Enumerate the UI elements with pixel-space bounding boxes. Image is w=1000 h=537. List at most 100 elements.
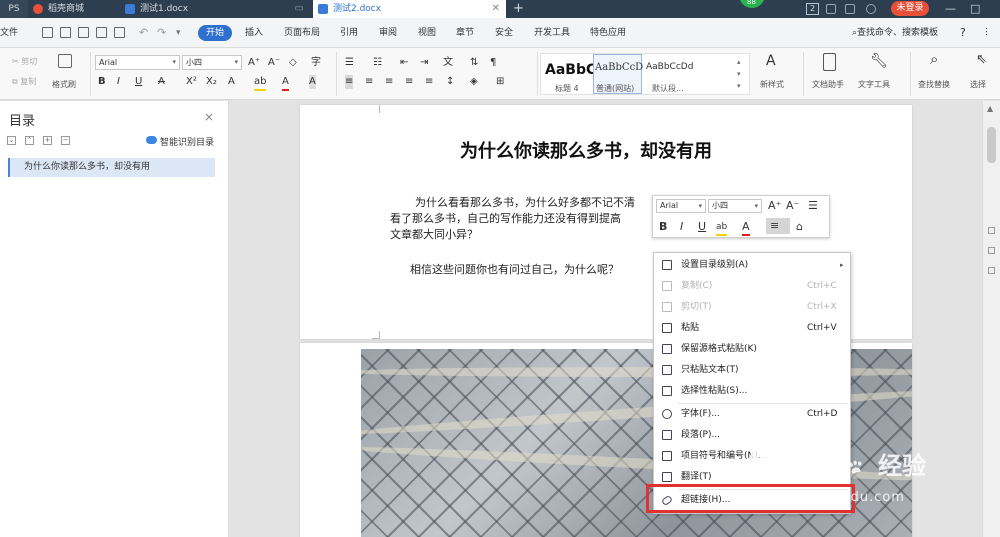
align-left-icon[interactable]: ≡ [345,75,354,89]
font-size-select[interactable]: 小四 ▾ [182,55,242,70]
select-button[interactable]: 选择 [970,79,986,90]
maximize-button[interactable]: □ [970,0,980,17]
grow-font-icon[interactable]: A⁺ [768,199,781,213]
help-icon[interactable]: ? [960,25,966,41]
save-icon[interactable] [60,27,71,38]
highlight-icon[interactable]: ab [254,75,267,91]
account-badge[interactable]: 88 [739,0,765,8]
line-spacing-icon[interactable]: ☰ [808,199,818,213]
mini-underline-icon[interactable]: U [698,220,706,234]
underline-icon[interactable]: U [135,75,142,89]
new-tab-button[interactable]: + [513,0,524,17]
mini-font-name-select[interactable]: Arial ▾ [656,199,706,213]
menu-item-paste[interactable]: 粘贴 Ctrl+V [654,318,852,338]
phonetic-icon[interactable]: 字 [311,56,321,70]
login-button[interactable]: 未登录 [891,1,929,16]
subscript-icon[interactable]: X₂ [206,75,217,89]
redo-icon[interactable]: ↷ [157,25,166,41]
format-painter-button[interactable]: 格式刷 [52,79,76,90]
scroll-up-icon[interactable]: ▲ [987,104,993,113]
menu-page-layout[interactable]: 页面布局 [284,25,320,41]
format-painter-icon[interactable] [58,54,72,68]
new-style-button[interactable]: 新样式 [760,79,784,90]
paragraph-1-line-1[interactable]: 为什么看看那么多书，为什么好多都不记不清 [415,195,635,211]
mini-italic-icon[interactable]: I [680,220,683,234]
mini-align-button[interactable]: ≡ [766,218,790,234]
font-color-icon[interactable]: A [282,75,289,91]
close-icon[interactable]: × [204,110,214,124]
collapse-all-icon[interactable]: ⌄ [7,136,16,145]
minimize-button[interactable]: — [945,0,956,17]
window-count[interactable]: 2 [806,3,819,15]
menu-item-copy[interactable]: 复制(C) Ctrl+C [654,276,852,296]
menu-chapter[interactable]: 章节 [456,25,474,41]
style-default-sample[interactable]: AaBbCcDd [646,62,693,72]
tab-daoke-mall[interactable]: 稻壳商城 [28,0,118,18]
find-replace-button[interactable]: 查找替换 [918,79,950,90]
doc-assistant-icon[interactable] [823,53,836,71]
select-cursor-icon[interactable]: ⇖ [976,53,987,67]
distribute-icon[interactable]: ≡ [425,75,433,89]
menu-view[interactable]: 视图 [418,25,436,41]
menu-item-paste-keep-format[interactable]: 保留源格式粘贴(K) [654,339,852,359]
grow-font-icon[interactable]: A⁺ [248,56,260,70]
bullet-list-icon[interactable]: ☰ [345,56,354,70]
outdent-icon[interactable]: ⇤ [400,56,408,70]
tab-close-icon[interactable]: ✕ [492,0,500,18]
chinese-layout-icon[interactable]: 文 [443,56,453,70]
paragraph-1-line-2[interactable]: 看了那么多书，自己的写作能力还没有得到提高 [390,211,621,227]
align-center-icon[interactable]: ≡ [365,75,373,89]
justify-icon[interactable]: ≡ [405,75,413,89]
undo-icon[interactable]: ↶ [139,25,148,41]
share-icon[interactable] [866,4,876,14]
menu-item-paste-special[interactable]: 选择性粘贴(S)... [654,381,852,401]
export-icon[interactable] [114,27,125,38]
search-command[interactable]: ⌕查找命令、搜索模板 [852,25,938,41]
scroll-thumb[interactable] [987,127,996,163]
menu-insert[interactable]: 插入 [245,25,263,41]
doc-assistant-button[interactable]: 文档助手 [812,79,844,90]
menu-references[interactable]: 引用 [340,25,358,41]
shrink-font-icon[interactable]: A⁻ [786,199,799,213]
menu-review[interactable]: 审阅 [379,25,397,41]
add-item-icon[interactable]: + [43,136,52,145]
show-marks-icon[interactable]: ¶ [490,56,496,70]
tab-ps[interactable]: PS [0,0,28,18]
expand-icon[interactable]: ⌃ [25,136,34,145]
copy-button[interactable]: ⧉ 复制 [12,76,36,87]
bold-icon[interactable]: B [98,75,106,89]
print-preview-icon[interactable] [96,27,107,38]
strikethrough-icon[interactable]: A [158,75,165,89]
tab-doc1[interactable]: 测试1.docx ▭ [120,0,310,18]
menu-item-toc-level[interactable]: 设置目录级别(A) ▸ [654,255,852,275]
menu-developer[interactable]: 开发工具 [534,25,570,41]
align-right-icon[interactable]: ≡ [385,75,393,89]
style-heading4-sample[interactable]: AaBbC [545,62,596,78]
font-name-select[interactable]: Arial ▾ [95,55,180,70]
mini-highlight-icon[interactable]: ab [716,220,728,236]
tab-doc2[interactable]: 测试2.docx ✕ [313,0,506,18]
qa-more-icon[interactable]: ▾ [176,25,181,41]
menu-item-cut[interactable]: 剪切(T) Ctrl+X [654,297,852,317]
toc-item[interactable]: 为什么你读那么多书，却没有用 [8,158,215,177]
shading-icon[interactable]: ◈ [470,75,478,89]
print-icon[interactable] [78,27,89,38]
scroll-tool-icon[interactable] [988,267,995,274]
vertical-scrollbar[interactable]: ▲ [982,101,1000,537]
mini-format-painter-icon[interactable]: ⌂ [796,220,803,234]
scroll-tool-icon[interactable] [988,227,995,234]
remove-item-icon[interactable]: − [61,136,70,145]
wrench-icon[interactable]: 🔧︎ [870,54,888,68]
superscript-icon[interactable]: X² [186,75,197,89]
indent-icon[interactable]: ⇥ [420,56,428,70]
italic-icon[interactable]: I [117,75,120,89]
menu-file[interactable]: 文件 [0,25,18,41]
mini-font-size-select[interactable]: 小四 ▾ [708,199,762,213]
text-effect-icon[interactable]: A [228,75,235,89]
sort-icon[interactable]: ⇅ [470,56,478,70]
menu-item-paste-text-only[interactable]: 只粘贴文本(T) [654,360,852,380]
cut-button[interactable]: ✂ 剪切 [12,56,37,67]
new-style-icon[interactable]: A [766,54,776,68]
scroll-tool-icon[interactable] [988,247,995,254]
clear-format-icon[interactable]: ◇ [289,56,297,70]
